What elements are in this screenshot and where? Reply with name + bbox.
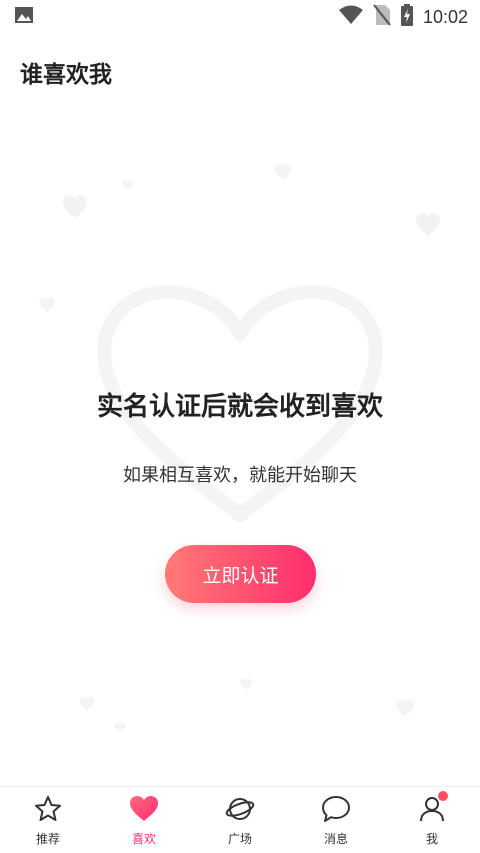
planet-icon [225, 795, 255, 827]
background-hearts-decoration [39, 164, 440, 733]
status-time: 10:02 [422, 6, 468, 27]
image-notification-icon [14, 6, 34, 28]
status-bar: 10:02 [0, 0, 480, 34]
no-sim-icon [373, 4, 391, 30]
empty-state-subline: 如果相互喜欢，就能开始聊天 [123, 465, 357, 486]
bottom-tab-bar: 推荐 喜欢 广场 消息 我 [0, 786, 480, 853]
star-icon [34, 795, 62, 827]
chat-bubble-icon [321, 795, 351, 827]
tab-recommend[interactable]: 推荐 [0, 787, 96, 847]
tab-me[interactable]: 我 [384, 787, 480, 847]
empty-state-headline: 实名认证后就会收到喜欢 [96, 392, 383, 422]
tab-label: 广场 [227, 832, 252, 846]
tab-likes[interactable]: 喜欢 [96, 787, 192, 847]
tab-messages[interactable]: 消息 [288, 787, 384, 847]
page-title: 谁喜欢我 [20, 62, 112, 88]
tab-label: 推荐 [35, 832, 60, 846]
wifi-icon [338, 5, 363, 29]
tab-label: 我 [425, 832, 438, 846]
tab-square[interactable]: 广场 [192, 787, 288, 847]
heart-icon [129, 795, 159, 827]
tab-label: 喜欢 [131, 832, 156, 846]
tab-label: 消息 [323, 832, 348, 846]
battery-charging-icon [400, 4, 413, 30]
notification-badge [438, 791, 448, 801]
verify-now-button[interactable]: 立即认证 [165, 545, 316, 603]
